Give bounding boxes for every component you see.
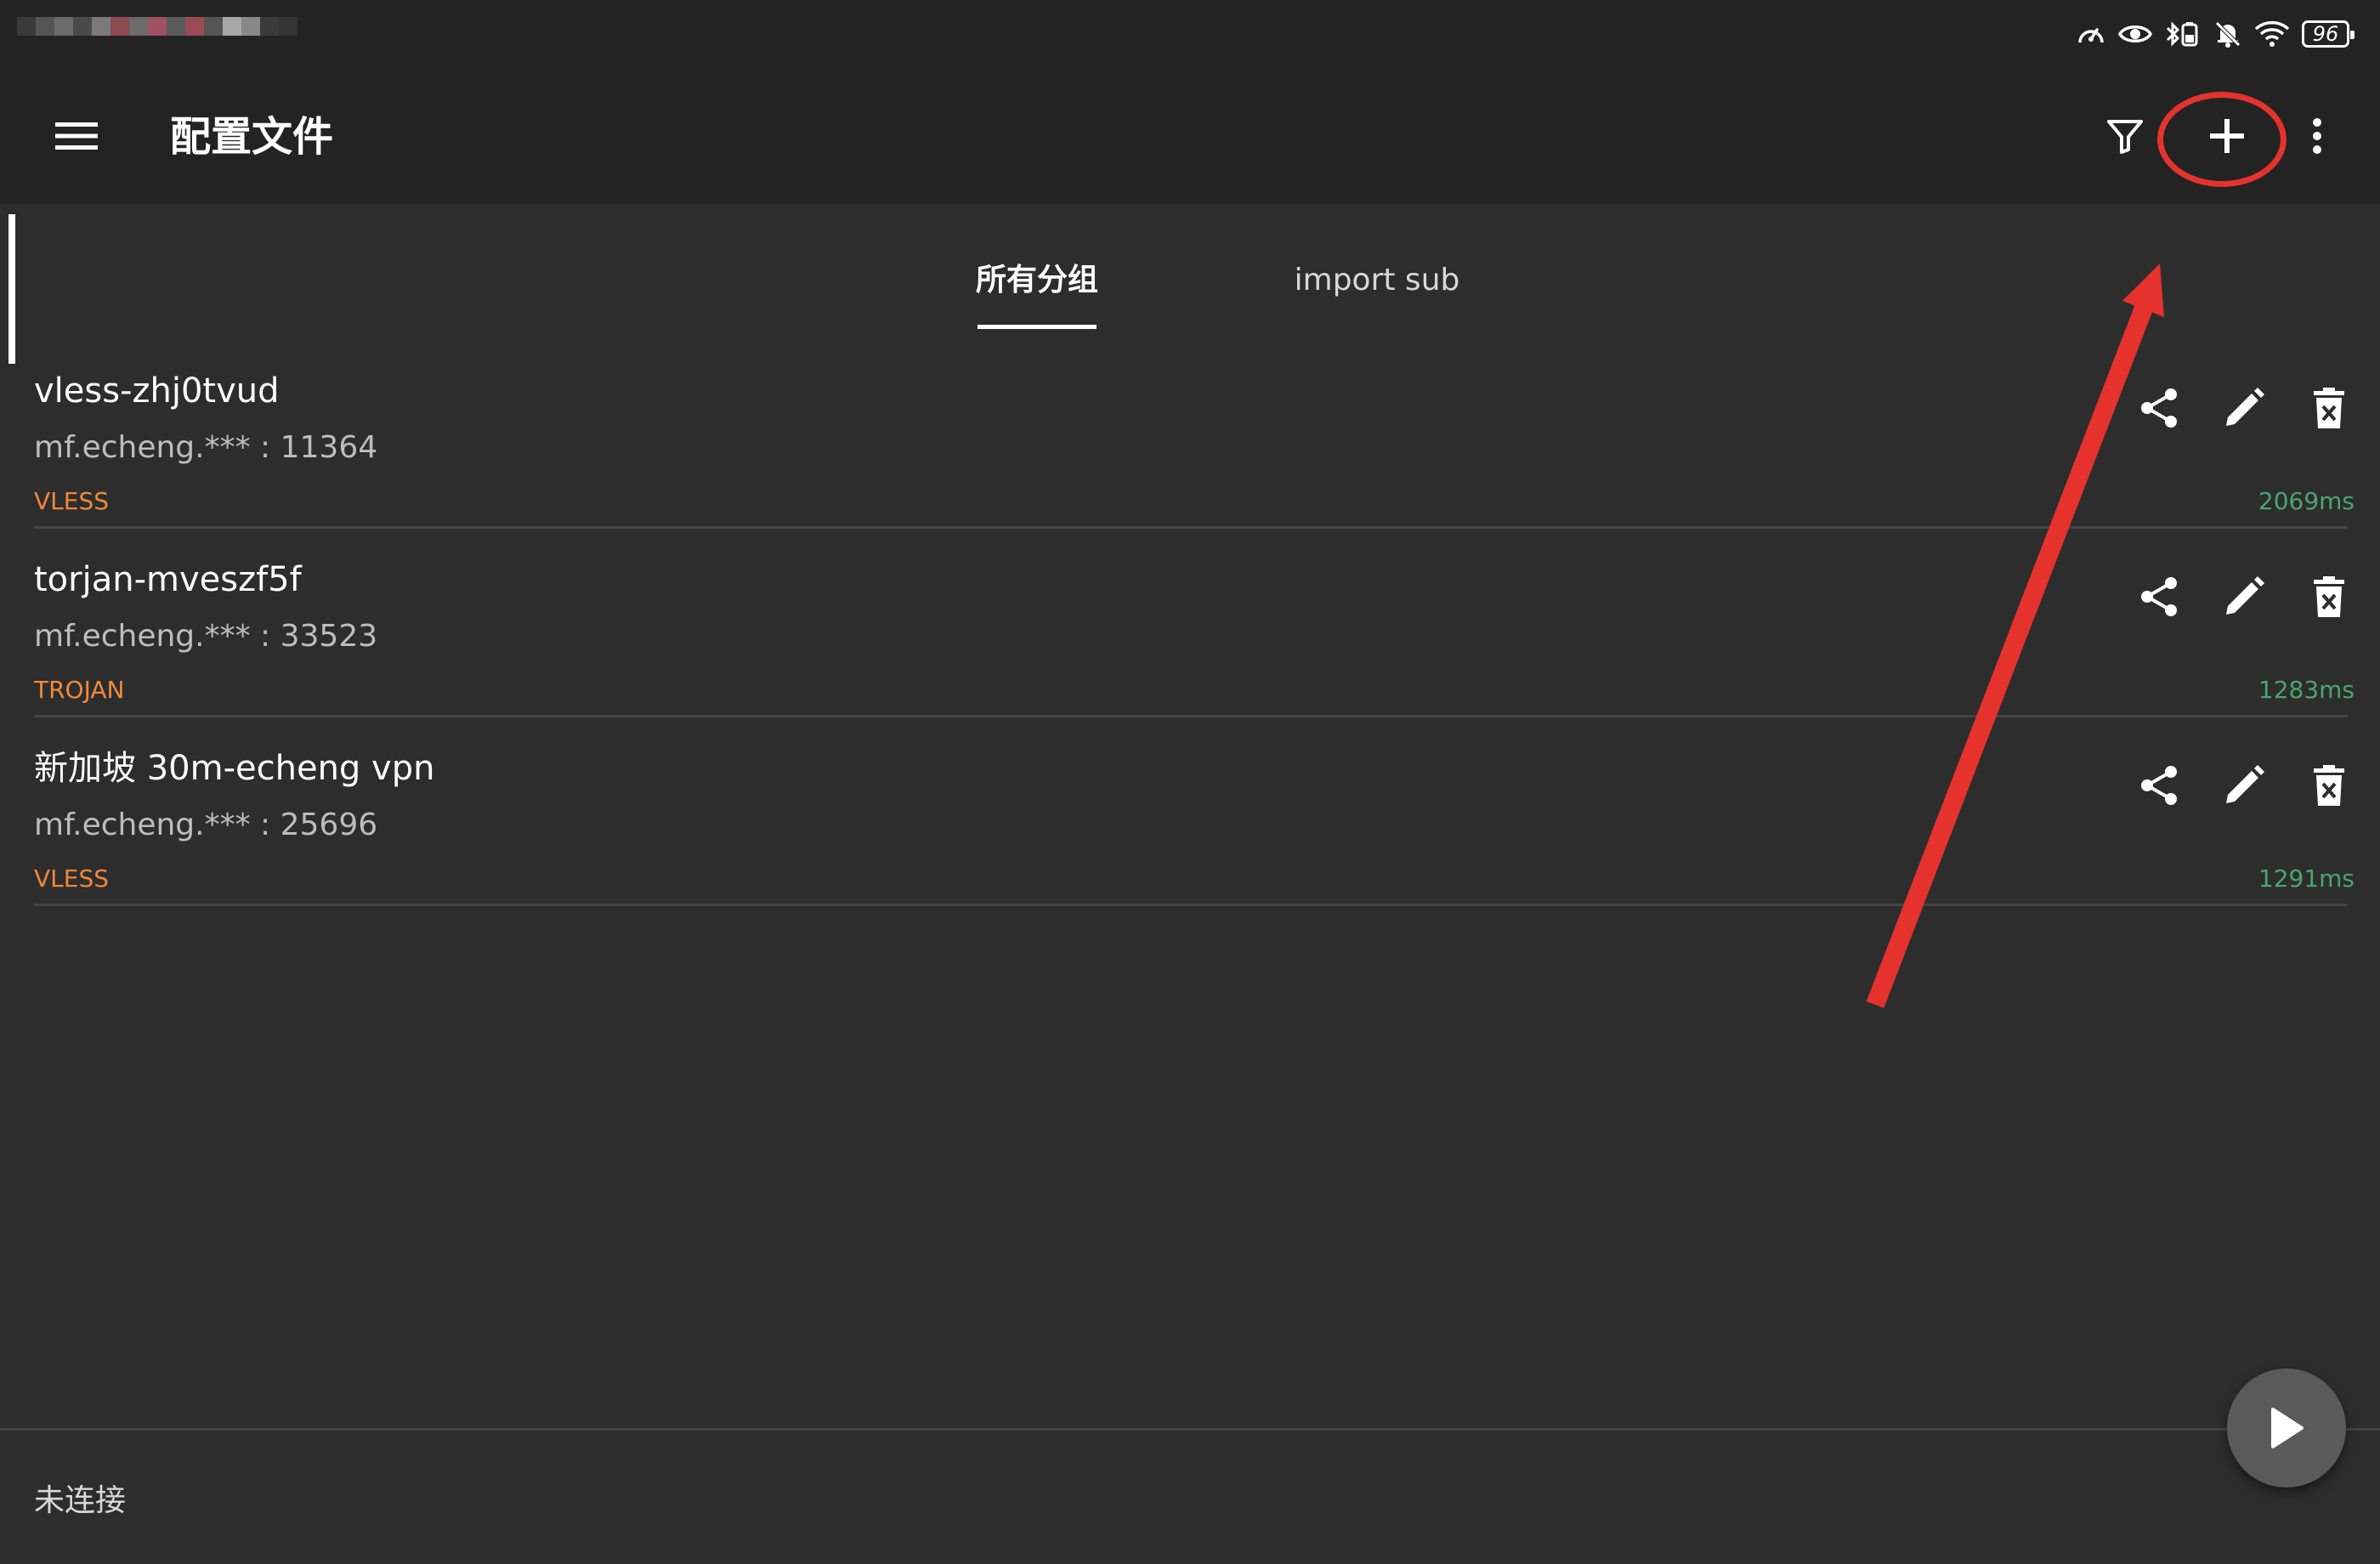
profile-latency: 1283ms — [2258, 676, 2354, 704]
list-item[interactable]: 新加坡 30m-echeng vpn mf.echeng.*** : 25696… — [0, 717, 2380, 906]
share-button[interactable] — [2128, 755, 2190, 816]
list-item[interactable]: vless-zhj0tvud mf.echeng.*** : 11364 VLE… — [0, 340, 2380, 529]
tab-import-sub[interactable]: import sub — [1266, 257, 1488, 304]
filter-button[interactable] — [2091, 102, 2159, 170]
list-item[interactable]: torjan-mveszf5f mf.echeng.*** : 33523 TR… — [0, 529, 2380, 717]
more-options-button[interactable] — [2298, 102, 2336, 170]
profile-latency: 2069ms — [2258, 487, 2354, 515]
connection-status-text: 未连接 — [34, 1483, 127, 1518]
app-root: 96 配置文件 所有分组 import sub vless-zhj0tvud m… — [0, 0, 2380, 1564]
bluetooth-battery-icon — [2166, 21, 2198, 47]
group-tabs: 所有分组 import sub — [0, 204, 2380, 340]
profile-address: mf.echeng.*** : 11364 — [34, 430, 378, 465]
menu-button[interactable] — [42, 104, 110, 168]
edit-button[interactable] — [2213, 755, 2275, 816]
filter-icon — [2107, 120, 2143, 154]
edit-icon — [2226, 765, 2264, 803]
edit-icon — [2226, 576, 2264, 615]
blurred-notification-icons — [17, 17, 298, 36]
selected-profile-indicator — [8, 214, 15, 364]
share-button[interactable] — [2128, 377, 2190, 439]
edit-icon — [2226, 388, 2264, 426]
active-tab-indicator — [978, 325, 1096, 329]
bell-off-icon — [2215, 21, 2241, 48]
profile-list: vless-zhj0tvud mf.echeng.*** : 11364 VLE… — [0, 340, 2380, 906]
delete-button[interactable] — [2298, 566, 2360, 627]
status-icons: 96 — [2076, 19, 2354, 49]
eye-icon — [2118, 26, 2152, 42]
battery-level: 96 — [2312, 22, 2339, 46]
profile-protocol: VLESS — [34, 487, 109, 515]
row-divider — [34, 904, 2348, 906]
share-icon — [2141, 577, 2177, 616]
share-icon — [2141, 766, 2177, 805]
edit-button[interactable] — [2213, 377, 2275, 439]
edit-button[interactable] — [2213, 566, 2275, 627]
speedometer-icon — [2078, 28, 2104, 43]
wifi-icon — [2254, 20, 2290, 47]
delete-icon — [2314, 576, 2344, 617]
share-button[interactable] — [2128, 566, 2190, 627]
delete-icon — [2314, 388, 2344, 428]
highlight-circle-annotation — [2157, 92, 2286, 187]
battery-indicator: 96 — [2302, 20, 2354, 48]
play-icon — [2271, 1408, 2304, 1448]
profile-name: 新加坡 30m-echeng vpn — [34, 749, 435, 788]
more-vertical-icon — [2313, 118, 2321, 154]
profile-address: mf.echeng.*** : 25696 — [34, 808, 378, 842]
profile-name: torjan-mveszf5f — [34, 560, 302, 599]
delete-button[interactable] — [2298, 377, 2360, 439]
profile-protocol: TROJAN — [34, 676, 125, 704]
connect-button[interactable] — [2227, 1368, 2346, 1488]
profile-protocol: VLESS — [34, 864, 109, 892]
profile-latency: 1291ms — [2258, 864, 2354, 892]
profile-address: mf.echeng.*** : 33523 — [34, 619, 378, 654]
page-title: 配置文件 — [170, 113, 334, 161]
status-bar: 96 — [0, 0, 2380, 68]
share-icon — [2141, 388, 2177, 428]
hamburger-menu-icon — [55, 122, 98, 150]
tab-all-groups[interactable]: 所有分组 — [960, 257, 1114, 304]
delete-button[interactable] — [2298, 755, 2360, 816]
delete-icon — [2314, 765, 2344, 806]
profile-name: vless-zhj0tvud — [34, 371, 280, 411]
connection-status-bar: 未连接 — [0, 1428, 2380, 1564]
app-bar: 配置文件 — [0, 68, 2380, 204]
